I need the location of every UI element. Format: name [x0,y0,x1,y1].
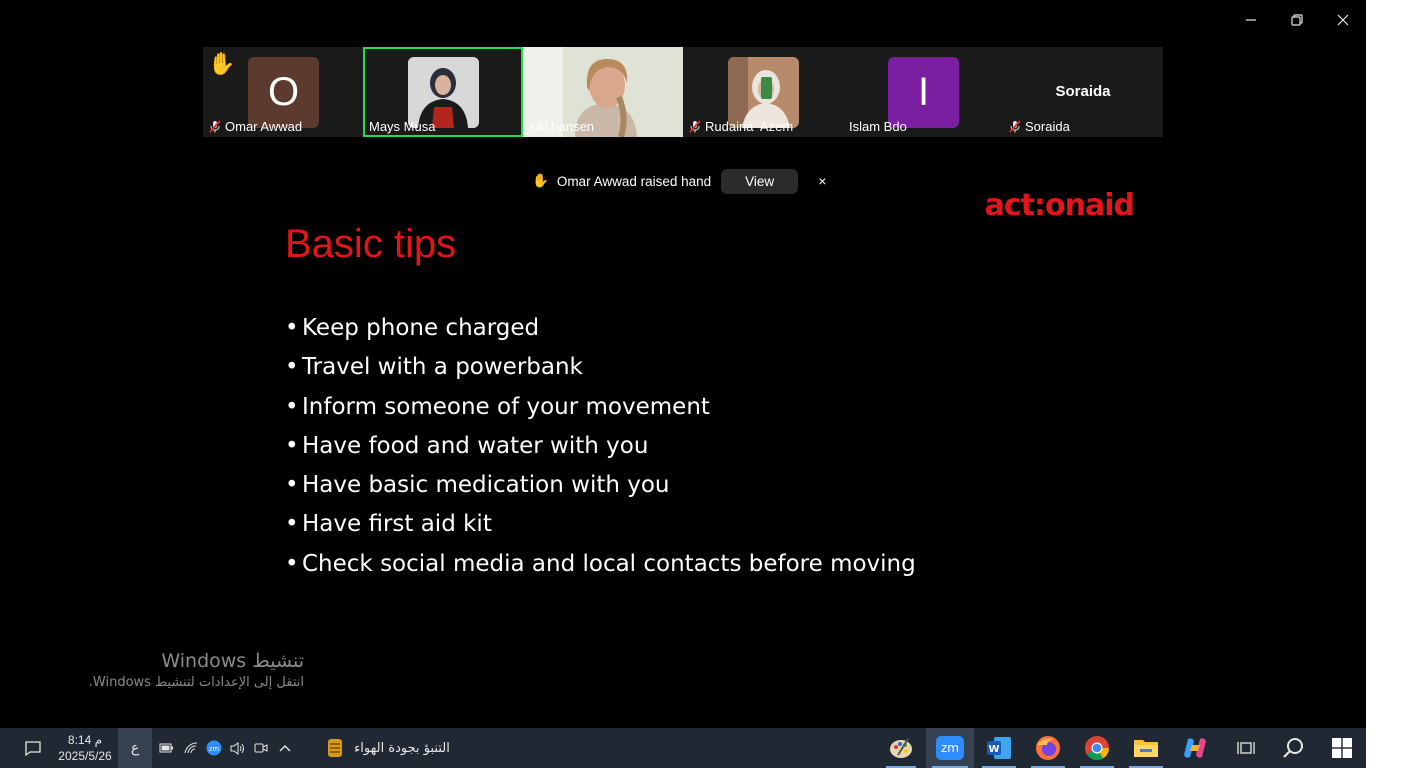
firefox-icon[interactable] [1025,728,1071,768]
list-item: • Inform someone of your movement [285,393,710,420]
participant-tile[interactable]: Rudaina Azem [683,47,843,137]
participant-name: Soraida [1009,119,1070,134]
minimize-icon [1246,19,1256,21]
participant-gallery: ✋ O Omar Awwad Mays Musa kiki.hansen Rud… [203,47,1163,137]
restore-button[interactable] [1274,4,1320,36]
notification-center-button[interactable] [18,728,48,768]
svg-text:zm: zm [941,741,959,755]
start-icon[interactable] [1320,728,1364,768]
clock-date: 2025/5/26 [58,749,112,763]
list-item: • Check social media and local contacts b… [285,550,916,577]
zoom-tray-icon[interactable]: zm [203,728,225,768]
language-indicator[interactable]: ع [118,728,152,768]
weather-icon [328,739,343,757]
slide-title: Basic tips [285,222,457,266]
participant-tile[interactable]: Soraida Soraida [1003,47,1163,137]
participant-tile[interactable]: ✋ O Omar Awwad [203,47,363,137]
participant-name: Rudaina Azem [689,119,793,134]
weather-widget[interactable]: التنبؤ بجودة الهواء [312,728,462,768]
notification-icon [25,740,41,756]
raised-hand-icon: ✋ [208,52,236,77]
list-item: • Keep phone charged [285,315,540,341]
paint-icon[interactable] [880,728,922,768]
person-silhouette-icon [408,57,479,128]
file-explorer-icon[interactable] [1123,728,1169,768]
list-item: • Travel with a powerbank [285,354,583,381]
activation-title: تنشيط Windows [161,650,304,672]
person-selfie-icon [728,57,799,128]
taskbar: 8:14 م 2025/5/26 ع zm التنبؤ بجودة الهوا… [0,728,1366,768]
notification-close-button[interactable]: × [818,173,826,189]
muted-mic-icon [209,120,221,133]
list-item: • Have food and water with you [285,432,649,459]
close-button[interactable] [1320,4,1366,36]
avatar: O [248,57,319,128]
shared-slide: act:onaid Basic tips • Keep phone charged… [213,140,1152,740]
meet-now-icon[interactable] [250,728,272,768]
copilot-icon[interactable] [1172,728,1218,768]
raised-hand-icon: ✋ [532,173,549,188]
clock[interactable]: 8:14 م 2025/5/26 [52,728,118,768]
avatar: I [888,57,959,128]
svg-text:zm: zm [209,745,220,753]
participant-name: Islam Bdo [849,119,907,134]
restore-icon [1291,14,1303,26]
volume-icon[interactable] [226,728,248,768]
word-icon[interactable]: W [976,728,1022,768]
raised-hand-notification: ✋ Omar Awwad raised hand View × [532,167,826,195]
minimize-button[interactable] [1228,4,1274,36]
wifi-icon[interactable] [180,728,202,768]
activation-watermark: تنشيط Windows انتقل إلى الإعدادات لتنشيط… [89,650,304,690]
activation-subtitle: انتقل إلى الإعدادات لتنشيط Windows. [88,675,304,690]
list-item: • Have first aid kit [285,511,492,538]
window-title-bar [0,0,1366,40]
bullet-list: • Keep phone charged • Travel with a power… [285,310,916,585]
notification-text: Omar Awwad raised hand [556,173,712,189]
weather-text: التنبؤ بجودة الهواء [354,740,450,756]
participant-name-placeholder: Soraida [1055,83,1111,100]
battery-icon[interactable] [155,728,177,768]
participant-video [728,57,799,128]
muted-mic-icon [1009,120,1021,133]
actionaid-logo: act:onaid [984,188,1135,223]
participant-tile[interactable]: Mays Musa [363,47,523,137]
participant-name: Omar Awwad [209,119,302,134]
view-button[interactable]: View [721,168,799,194]
search-icon[interactable] [1272,728,1316,768]
chrome-icon[interactable] [1074,728,1120,768]
participant-tile[interactable]: I Islam Bdo [843,47,1003,137]
list-item: • Have basic medication with you [285,472,670,499]
muted-mic-icon [689,120,701,133]
close-icon [1337,14,1349,26]
task-view-icon[interactable] [1224,728,1268,768]
participant-name: Mays Musa [369,119,436,134]
svg-text:W: W [988,744,999,755]
participant-video [408,57,479,128]
chevron-up-icon[interactable] [274,728,296,768]
zoom-icon[interactable]: zm [926,728,974,768]
participant-tile[interactable]: kiki.hansen [523,47,683,137]
participant-name: kiki.hansen [529,119,595,134]
screen: ✋ O Omar Awwad Mays Musa kiki.hansen Rud… [0,0,1366,768]
clock-time: 8:14 م [67,733,103,747]
